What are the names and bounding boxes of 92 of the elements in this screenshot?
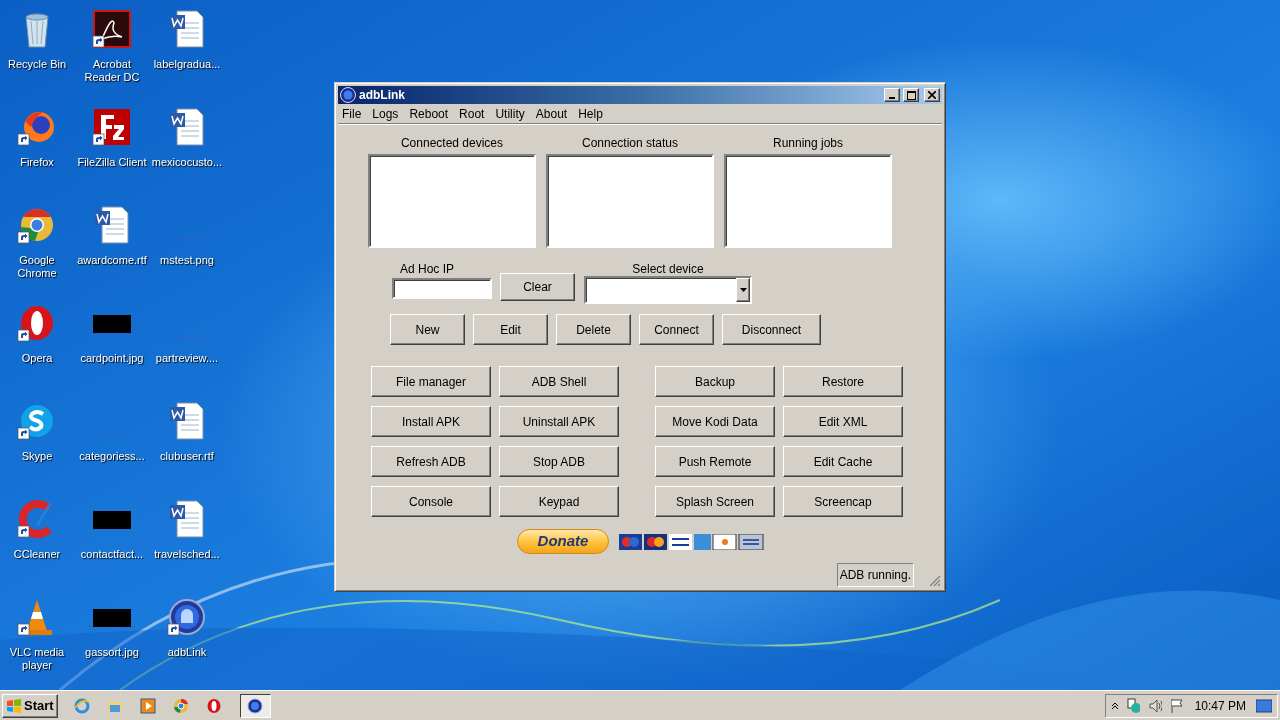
opera-icon[interactable] [205,697,222,714]
device-button[interactable]: New [390,314,465,345]
icon-label: Recycle Bin [6,58,68,71]
show-hidden-icons-icon[interactable] [1111,701,1119,710]
menu-item[interactable]: Reboot [409,104,449,123]
media-player-icon[interactable] [139,697,156,714]
device-dropdown[interactable] [584,276,752,304]
tool-button[interactable]: Screencap [783,486,903,517]
icon-label: Firefox [19,156,55,169]
chrome-icon[interactable] [172,697,189,714]
icon-label: contactfact... [79,548,145,561]
field-label: Ad Hoc IP [400,261,456,276]
tool-button[interactable]: Keypad [499,486,619,517]
icon-label: awardcome.rtf [76,254,148,267]
menu-item[interactable]: Logs [372,104,399,123]
ip-input-field[interactable] [392,278,492,299]
icon-label: CCleaner [12,548,62,561]
payment-cards-icon [619,533,765,550]
tool-button[interactable]: Backup [655,366,775,397]
tool-button[interactable]: Splash Screen [655,486,775,517]
show-desktop-icon[interactable] [1256,698,1272,713]
list-box[interactable] [546,154,714,248]
icon-label: FileZilla Client [76,156,148,169]
list-box[interactable] [368,154,536,248]
word-document-icon[interactable] [167,499,207,539]
tool-button[interactable]: Uninstall APK [499,406,619,437]
clear-button[interactable]: Clear [500,273,575,301]
tool-button[interactable]: ADB Shell [499,366,619,397]
icon-label: categoriess... [78,450,146,463]
tool-button[interactable]: Edit XML [783,406,903,437]
menu-item[interactable]: Utility [495,104,525,123]
icon-label: gassort.jpg [84,646,140,659]
taskbar-button[interactable] [239,693,271,718]
tool-button[interactable]: Restore [783,366,903,397]
word-document-icon[interactable] [167,401,207,441]
icon-label: labelgradua... [152,58,222,71]
tool-button[interactable]: Refresh ADB [371,446,491,477]
close-button[interactable] [924,88,940,102]
tool-button[interactable]: File manager [371,366,491,397]
flag-icon[interactable] [1170,697,1183,714]
device-button[interactable]: Connect [639,314,714,345]
icon-label: travelsched... [153,548,221,561]
maximize-button[interactable] [903,88,919,102]
tool-button[interactable]: Stop ADB [499,446,619,477]
icon-label: cardpoint.jpg [79,352,145,365]
icon-label: mexicocusto... [150,156,224,169]
menu-item[interactable]: File [342,104,362,123]
close-icon [928,91,936,99]
window-title: adbLink [359,87,405,104]
icon-label: adbLink [166,646,208,659]
tool-button[interactable]: Push Remote [655,446,775,477]
icon-label: partreview.... [154,352,220,365]
speaker-icon[interactable] [1148,697,1163,714]
tool-button[interactable]: Edit Cache [783,446,903,477]
panel-label: Connection status [581,135,679,152]
windows-logo-icon [6,698,22,713]
tool-button[interactable]: Move Kodi Data [655,406,775,437]
icon-label: clubuser.rtf [159,450,215,463]
word-document-icon[interactable] [92,205,132,245]
field-label: Select device [632,261,704,276]
menu-item[interactable]: About [535,104,568,123]
maximize-icon [906,90,916,100]
tool-button[interactable]: Console [371,486,491,517]
device-button[interactable]: Delete [556,314,631,345]
tool-button[interactable]: Install APK [371,406,491,437]
network-icon[interactable] [1126,697,1141,714]
word-document-icon[interactable] [167,107,207,147]
icon-label: Acrobat Reader DC [83,58,141,84]
app-icon [340,87,356,103]
device-button[interactable]: Disconnect [722,314,821,345]
list-box[interactable] [724,154,892,248]
device-button[interactable]: Edit [473,314,548,345]
icon-label: Google Chrome [16,254,58,280]
status-bar: ADB running. [836,563,914,587]
adblink-icon[interactable] [167,597,207,637]
filezilla-icon[interactable] [92,107,132,147]
menu-item[interactable]: Root [459,104,485,123]
icon-label: Skype [20,450,54,463]
acrobat-icon[interactable] [92,9,132,49]
icon-label: VLC media player [8,646,66,672]
word-document-icon[interactable] [167,9,207,49]
adblink-icon [247,697,264,714]
minimize-button[interactable] [884,88,900,102]
panel-label: Connected devices [400,135,504,152]
dropdown-arrow-icon [739,288,747,292]
resize-grip-icon[interactable] [929,575,941,587]
menu-item[interactable]: Help [578,104,603,123]
start-button[interactable]: Start [2,693,58,718]
donate-button[interactable]: Donate [517,529,609,554]
icon-label: Opera [20,352,54,365]
panel-label: Running jobs [772,135,844,152]
icon-label: mstest.png [159,254,215,267]
